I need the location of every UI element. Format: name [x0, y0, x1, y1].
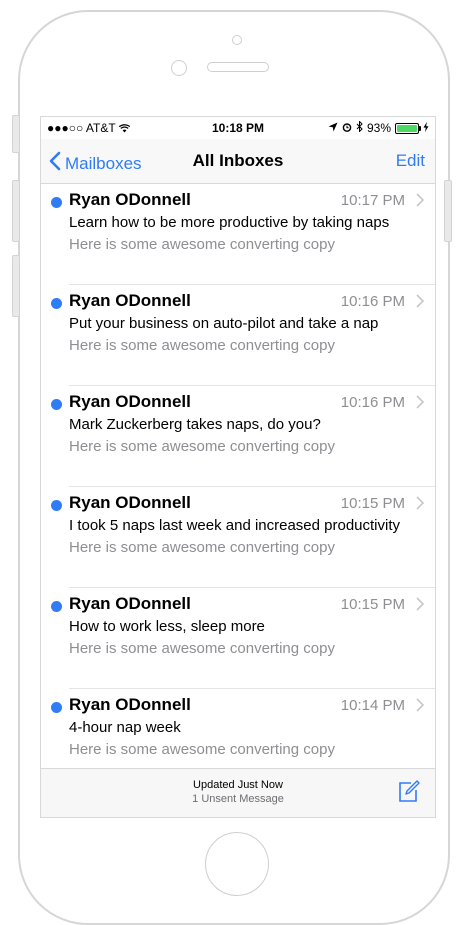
chevron-right-icon: [416, 597, 425, 611]
navigation-bar: Mailboxes All Inboxes Edit: [41, 139, 435, 184]
unread-dot-icon: [51, 601, 62, 612]
status-right: 93%: [328, 120, 429, 135]
status-bar: ●●●○○ AT&T 10:18 PM 93%: [41, 117, 435, 139]
unread-dot-icon: [51, 298, 62, 309]
sender-name: Ryan ODonnell: [69, 594, 191, 613]
unread-dot-icon: [51, 500, 62, 511]
bottom-toolbar: Updated Just Now 1 Unsent Message: [41, 768, 435, 817]
message-row[interactable]: Ryan ODonnell 10:17 PM Learn how to be m…: [51, 184, 435, 285]
compose-icon[interactable]: [397, 779, 421, 803]
message-row[interactable]: Ryan ODonnell 10:15 PM How to work less,…: [51, 588, 435, 689]
chevron-right-icon: [416, 193, 425, 207]
battery-icon: [395, 122, 421, 134]
message-time: 10:15 PM: [340, 596, 405, 613]
message-time: 10:17 PM: [340, 192, 405, 209]
message-preview: Here is some awesome converting copy: [69, 539, 335, 556]
power-button: [444, 180, 452, 242]
message-time: 10:16 PM: [340, 394, 405, 411]
sender-name: Ryan ODonnell: [69, 493, 191, 512]
bluetooth-icon: [356, 120, 363, 135]
chevron-right-icon: [416, 294, 425, 308]
volume-down-button: [12, 255, 20, 317]
mute-switch: [12, 115, 20, 153]
message-row[interactable]: Ryan ODonnell 10:16 PM Mark Zuckerberg t…: [51, 386, 435, 487]
message-subject: Learn how to be more productive by takin…: [69, 214, 390, 231]
edit-button[interactable]: Edit: [396, 151, 425, 171]
sender-name: Ryan ODonnell: [69, 190, 191, 209]
message-time: 10:15 PM: [340, 495, 405, 512]
message-time: 10:14 PM: [340, 697, 405, 714]
location-icon: [328, 121, 338, 135]
sender-name: Ryan ODonnell: [69, 392, 191, 411]
volume-up-button: [12, 180, 20, 242]
chevron-right-icon: [416, 496, 425, 510]
page-title: All Inboxes: [192, 151, 284, 170]
message-subject: How to work less, sleep more: [69, 618, 265, 635]
message-subject: Mark Zuckerberg takes naps, do you?: [69, 416, 321, 433]
message-preview: Here is some awesome converting copy: [69, 337, 335, 354]
home-button[interactable]: [205, 832, 269, 896]
unread-dot-icon: [51, 399, 62, 410]
message-subject: I took 5 naps last week and increased pr…: [69, 517, 401, 534]
unsent-status[interactable]: 1 Unsent Message: [41, 793, 435, 805]
message-row[interactable]: Ryan ODonnell 10:15 PM I took 5 naps las…: [51, 487, 435, 588]
earpiece-speaker: [207, 62, 269, 72]
unread-dot-icon: [51, 197, 62, 208]
unread-dot-icon: [51, 702, 62, 713]
message-row[interactable]: Ryan ODonnell 10:16 PM Put your business…: [51, 285, 435, 386]
battery-percent: 93%: [366, 121, 391, 135]
screen: ●●●○○ AT&T 10:18 PM 93% Mailboxes All In…: [40, 116, 436, 818]
message-preview: Here is some awesome converting copy: [69, 236, 335, 253]
sender-name: Ryan ODonnell: [69, 291, 191, 310]
sender-name: Ryan ODonnell: [69, 695, 191, 714]
chevron-right-icon: [416, 698, 425, 712]
message-subject: 4-hour nap week: [69, 719, 181, 736]
message-list: Ryan ODonnell 10:17 PM Learn how to be m…: [41, 184, 435, 789]
message-preview: Here is some awesome converting copy: [69, 640, 335, 657]
charging-icon: [423, 121, 429, 135]
proximity-sensor: [232, 35, 242, 45]
alarm-icon: [342, 121, 352, 135]
chevron-right-icon: [416, 395, 425, 409]
message-time: 10:16 PM: [340, 293, 405, 310]
update-status: Updated Just Now: [193, 779, 283, 791]
message-preview: Here is some awesome converting copy: [69, 438, 335, 455]
front-camera: [171, 60, 187, 76]
message-preview: Here is some awesome converting copy: [69, 741, 335, 758]
message-subject: Put your business on auto-pilot and take…: [69, 315, 379, 332]
